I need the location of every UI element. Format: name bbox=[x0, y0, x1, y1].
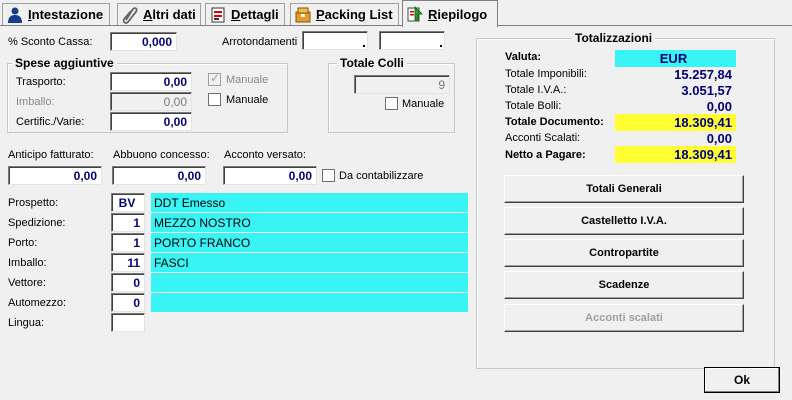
prospetto-label: Prospetto: bbox=[8, 197, 59, 209]
automezzo-desc bbox=[151, 293, 468, 312]
arrotondamenti-label: Arrotondamenti bbox=[222, 36, 298, 48]
trasporto-manuale-checkbox[interactable] bbox=[208, 71, 221, 86]
prospetto-code-input[interactable]: BV bbox=[111, 193, 145, 212]
spese-aggiuntive-title: Spese aggiuntive bbox=[12, 56, 117, 70]
netto-a-pagare-label: Netto a Pagare: bbox=[505, 149, 586, 161]
porto-desc: PORTO FRANCO bbox=[151, 233, 468, 252]
tab-riepilogo[interactable]: Riepilogo bbox=[402, 0, 498, 27]
certific-label: Certific./Varie: bbox=[16, 116, 85, 128]
bolli-value: 0,00 bbox=[706, 99, 732, 114]
ok-button[interactable]: Ok bbox=[704, 367, 780, 393]
imballo-spese-label: Imballo: bbox=[16, 96, 55, 108]
totali-generali-button[interactable]: Totali Generali bbox=[504, 175, 744, 203]
acconto-label: Acconto versato: bbox=[224, 149, 306, 161]
document-icon bbox=[209, 6, 227, 24]
acconti-scalati-button[interactable]: Acconti scalati bbox=[504, 304, 744, 332]
trasporto-label: Trasporto: bbox=[16, 76, 66, 88]
da-contabilizzare-checkbox[interactable] bbox=[322, 169, 335, 182]
anticipo-label: Anticipo fatturato: bbox=[8, 149, 94, 161]
trasporto-manuale-label: Manuale bbox=[226, 74, 269, 86]
iva-value: 3.051,57 bbox=[681, 83, 732, 98]
porto-label: Porto: bbox=[8, 237, 38, 249]
valuta-value: EUR bbox=[615, 50, 736, 67]
prospetto-desc: DDT Emesso bbox=[151, 193, 468, 212]
anticipo-input[interactable]: 0,00 bbox=[8, 166, 102, 185]
tab-bar: Intestazione Altri dati Dettagli Packing… bbox=[0, 0, 792, 27]
tab-label: Altri dati bbox=[143, 7, 196, 22]
tab-intestazione[interactable]: Intestazione bbox=[2, 3, 110, 25]
castelletto-iva-button[interactable]: Castelletto I.V.A. bbox=[504, 207, 744, 235]
automezzo-label: Automezzo: bbox=[8, 297, 67, 309]
imballo-code-input[interactable]: 11 bbox=[111, 253, 145, 272]
person-icon bbox=[6, 6, 24, 24]
totale-colli-input[interactable]: 9 bbox=[354, 75, 450, 94]
bolli-label: Totale Bolli: bbox=[505, 100, 562, 112]
vettore-code-input[interactable]: 0 bbox=[111, 273, 145, 292]
tab-dettagli[interactable]: Dettagli bbox=[205, 3, 285, 25]
abbuono-input[interactable]: 0,00 bbox=[112, 166, 206, 185]
tab-label: Riepilogo bbox=[428, 6, 488, 22]
tab-packing-list[interactable]: Packing List bbox=[290, 3, 399, 25]
certific-input[interactable]: 0,00 bbox=[110, 112, 192, 131]
automezzo-code-input[interactable]: 0 bbox=[111, 293, 145, 312]
imballo-manuale-label: Manuale bbox=[226, 94, 269, 106]
contropartite-button[interactable]: Contropartite bbox=[504, 239, 744, 267]
scadenze-button[interactable]: Scadenze bbox=[504, 271, 744, 299]
acconti-scalati-value: 0,00 bbox=[706, 131, 732, 146]
abbuono-label: Abbuono concesso: bbox=[113, 149, 210, 161]
totalizzazioni-title: Totalizzazioni bbox=[572, 31, 656, 45]
lingua-code-input[interactable] bbox=[111, 313, 145, 332]
totale-colli-title: Totale Colli bbox=[337, 56, 407, 70]
imballo-spese-input[interactable]: 0,00 bbox=[110, 92, 192, 111]
vettore-label: Vettore: bbox=[8, 277, 46, 289]
paperclip-icon bbox=[121, 6, 139, 24]
sconto-cassa-input[interactable]: 0,000 bbox=[110, 32, 177, 51]
tab-label: Packing List bbox=[316, 7, 393, 22]
totale-documento-value: 18.309,41 bbox=[615, 114, 736, 131]
totale-documento-label: Totale Documento: bbox=[505, 116, 604, 128]
porto-code-input[interactable]: 1 bbox=[111, 233, 145, 252]
imballo-label: Imballo: bbox=[8, 257, 47, 269]
vettore-desc bbox=[151, 273, 468, 292]
colli-manuale-label: Manuale bbox=[402, 98, 445, 110]
imballo-manuale-checkbox[interactable] bbox=[208, 93, 221, 106]
valuta-label: Valuta: bbox=[505, 51, 542, 63]
arrotondamenti-select-2[interactable] bbox=[379, 31, 445, 50]
netto-a-pagare-value: 18.309,41 bbox=[615, 146, 736, 163]
imponibili-label: Totale Imponibili: bbox=[505, 68, 587, 80]
da-contabilizzare-label: Da contabilizzare bbox=[339, 170, 424, 182]
package-icon bbox=[294, 6, 312, 24]
tab-label: Dettagli bbox=[231, 7, 279, 22]
summary-icon bbox=[406, 5, 424, 23]
acconti-scalati-label: Acconti Scalati: bbox=[505, 132, 581, 144]
sconto-cassa-label: % Sconto Cassa: bbox=[8, 36, 93, 48]
imballo-desc: FASCI bbox=[151, 253, 468, 272]
tab-label: Intestazione bbox=[28, 7, 104, 22]
iva-label: Totale I.V.A.: bbox=[505, 84, 567, 96]
arrotondamenti-select-1[interactable] bbox=[302, 31, 368, 50]
imponibili-value: 15.257,84 bbox=[674, 67, 732, 82]
spedizione-code-input[interactable]: 1 bbox=[111, 213, 145, 232]
colli-manuale-checkbox[interactable] bbox=[385, 97, 398, 110]
trasporto-input[interactable]: 0,00 bbox=[110, 72, 192, 91]
spedizione-desc: MEZZO NOSTRO bbox=[151, 213, 468, 232]
tab-altri-dati[interactable]: Altri dati bbox=[117, 3, 201, 25]
spedizione-label: Spedizione: bbox=[8, 217, 66, 229]
lingua-label: Lingua: bbox=[8, 317, 45, 329]
acconto-input[interactable]: 0,00 bbox=[223, 166, 317, 185]
